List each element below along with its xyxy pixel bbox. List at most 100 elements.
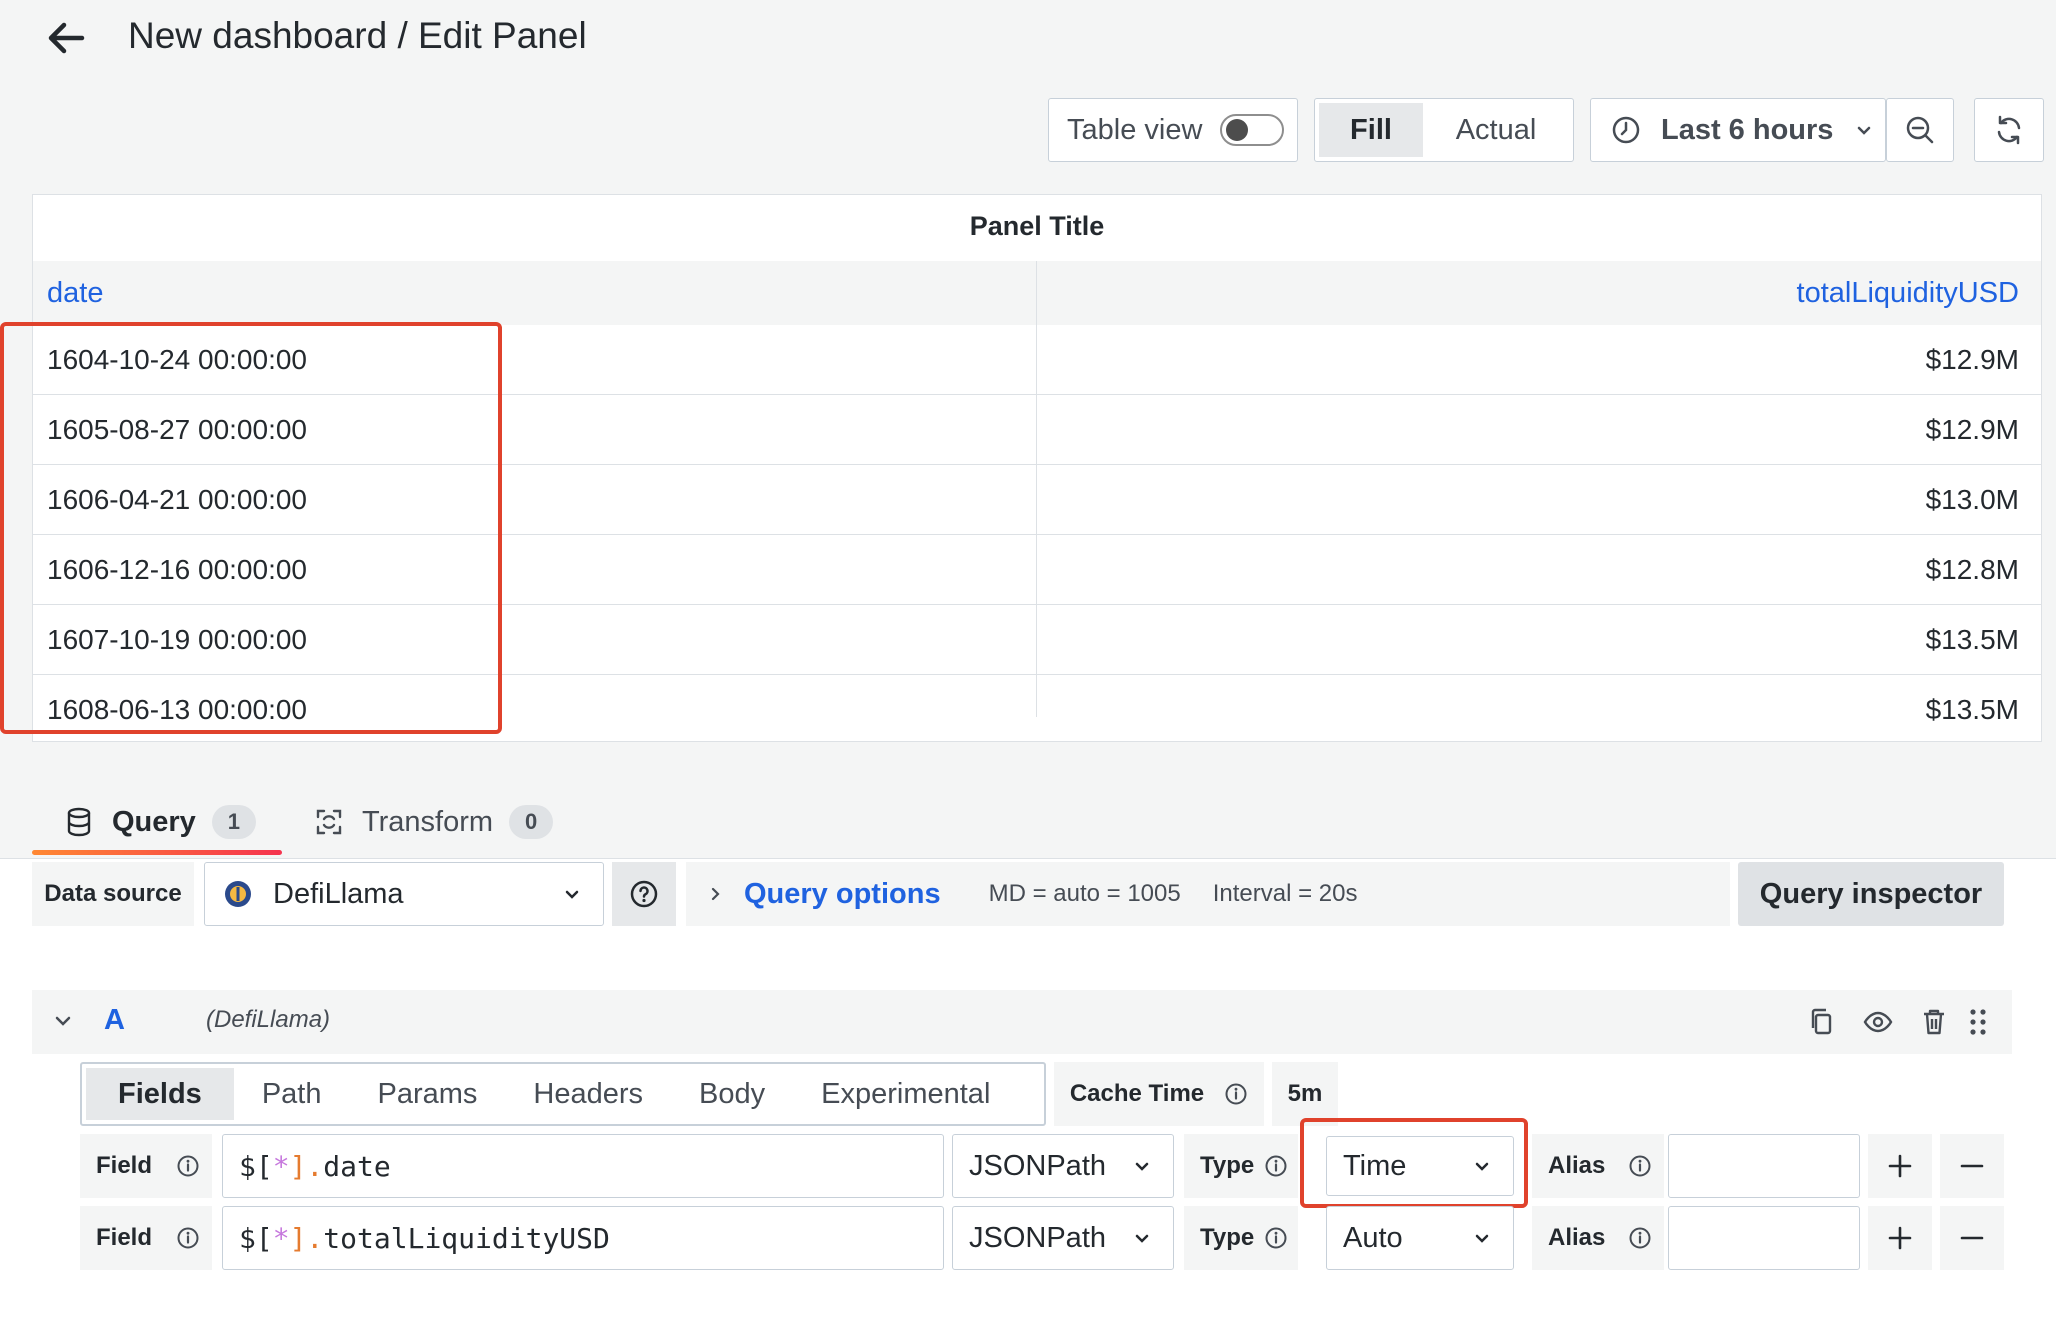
column-header-date[interactable]: date: [47, 261, 103, 325]
path-suffix: ].: [289, 1221, 324, 1255]
field-label-text: Field: [96, 1152, 153, 1179]
info-icon: [1224, 1082, 1248, 1106]
tab-query[interactable]: Query 1: [66, 800, 256, 844]
language-value: JSONPath: [969, 1221, 1106, 1254]
cache-time-label-text: Cache Time: [1069, 1080, 1205, 1107]
alias-label: Alias: [1532, 1206, 1664, 1270]
transform-icon: [314, 807, 344, 837]
duplicate-query-icon[interactable]: [1806, 1006, 1838, 1038]
field-language-select[interactable]: JSONPath: [952, 1206, 1174, 1270]
path-key: date: [323, 1149, 391, 1183]
cell-value: $13.5M: [1925, 694, 2019, 725]
minus-icon: [1959, 1153, 1985, 1179]
info-icon: [176, 1154, 200, 1178]
question-circle-icon: [629, 879, 659, 909]
collapse-chevron-icon[interactable]: [52, 1010, 74, 1032]
panel-title[interactable]: Panel Title: [33, 211, 2041, 242]
transform-count-badge: 0: [509, 805, 554, 839]
data-source-help-button[interactable]: [612, 862, 676, 926]
chevron-down-icon: [1133, 1157, 1151, 1175]
back-arrow-icon[interactable]: [42, 14, 90, 62]
zoom-out-button[interactable]: [1886, 98, 1954, 162]
field-type-select[interactable]: Auto: [1326, 1206, 1514, 1270]
path-key: totalLiquidityUSD: [323, 1221, 610, 1255]
subtab-headers[interactable]: Headers: [505, 1068, 671, 1120]
type-label: Type: [1184, 1134, 1298, 1198]
zoom-out-icon: [1904, 114, 1936, 146]
alias-input[interactable]: [1668, 1134, 1860, 1198]
defillama-logo-icon: [223, 879, 253, 909]
query-inspector-button[interactable]: Query inspector: [1738, 862, 2004, 926]
chevron-down-icon: [1473, 1229, 1491, 1247]
plus-icon: [1887, 1225, 1913, 1251]
chevron-down-icon: [1133, 1229, 1151, 1247]
add-field-button[interactable]: [1868, 1134, 1932, 1198]
toggle-visibility-eye-icon[interactable]: [1862, 1006, 1894, 1038]
data-source-label: Data source: [32, 862, 194, 926]
tab-query-label: Query: [112, 805, 196, 838]
query-subtabs: Fields Path Params Headers Body Experime…: [80, 1062, 1046, 1126]
plus-icon: [1887, 1153, 1913, 1179]
table-view-switch[interactable]: [1220, 114, 1285, 146]
type-value: Auto: [1343, 1221, 1403, 1254]
chevron-right-icon: [708, 886, 724, 902]
info-icon: [1628, 1154, 1652, 1178]
refresh-button[interactable]: [1974, 98, 2044, 162]
table-view-label: Table view: [1067, 113, 1203, 146]
date-column-highlight: [0, 322, 502, 734]
table-header: date totalLiquidityUSD: [33, 261, 2041, 325]
field-label: Field: [80, 1134, 212, 1198]
cell-value: $12.9M: [1925, 344, 2019, 375]
remove-field-button[interactable]: [1940, 1134, 2004, 1198]
minus-icon: [1959, 1225, 1985, 1251]
cache-time-label: Cache Time: [1054, 1062, 1264, 1126]
subtab-body[interactable]: Body: [671, 1068, 793, 1120]
field-language-select[interactable]: JSONPath: [952, 1134, 1174, 1198]
type-label: Type: [1184, 1206, 1298, 1270]
refresh-icon: [1993, 114, 2025, 146]
add-field-button[interactable]: [1868, 1206, 1932, 1270]
cell-value: $12.8M: [1925, 554, 2019, 585]
table-view-toggle[interactable]: Table view: [1048, 98, 1298, 162]
max-data-points-info: MD = auto = 1005: [988, 880, 1181, 907]
subtab-fields[interactable]: Fields: [86, 1068, 234, 1120]
clock-icon: [1611, 115, 1641, 145]
tab-transform[interactable]: Transform 0: [314, 800, 554, 844]
cell-value: $13.5M: [1925, 624, 2019, 655]
data-source-value: DefiLlama: [273, 877, 404, 910]
path-prefix: $[: [239, 1221, 273, 1255]
field-label-text: Field: [96, 1224, 153, 1251]
field-path-input[interactable]: $[*]. totalLiquidityUSD: [222, 1206, 944, 1270]
info-icon: [1264, 1226, 1288, 1250]
alias-input[interactable]: [1668, 1206, 1860, 1270]
tab-transform-label: Transform: [362, 805, 494, 838]
subtab-params[interactable]: Params: [349, 1068, 505, 1120]
active-tab-indicator: [32, 850, 282, 855]
fill-actual-switch[interactable]: Fill Actual: [1314, 98, 1574, 162]
query-row-header: A (DefiLlama): [32, 990, 2012, 1054]
alias-label: Alias: [1532, 1134, 1664, 1198]
column-header-total-liquidity[interactable]: totalLiquidityUSD: [1797, 261, 2019, 325]
info-icon: [1628, 1226, 1652, 1250]
drag-handle-icon[interactable]: [1962, 1006, 1994, 1038]
path-prefix: $[: [239, 1149, 273, 1183]
remove-field-button[interactable]: [1940, 1206, 2004, 1270]
actual-option[interactable]: Actual: [1423, 103, 1569, 157]
query-options-label[interactable]: Query options: [744, 878, 941, 911]
delete-query-trash-icon[interactable]: [1918, 1006, 1950, 1038]
fill-option[interactable]: Fill: [1319, 103, 1423, 157]
time-range-label: Last 6 hours: [1661, 113, 1834, 146]
chevron-down-icon: [563, 885, 581, 903]
time-range-picker[interactable]: Last 6 hours: [1590, 98, 1886, 162]
field-path-input[interactable]: $[*]. date: [222, 1134, 944, 1198]
alias-label-text: Alias: [1548, 1152, 1606, 1179]
subtab-experimental[interactable]: Experimental: [793, 1068, 1018, 1120]
cell-value: $13.0M: [1925, 484, 2019, 515]
alias-label-text: Alias: [1548, 1224, 1606, 1251]
cache-time-value[interactable]: 5m: [1272, 1062, 1338, 1126]
subtab-path[interactable]: Path: [234, 1068, 350, 1120]
data-source-select[interactable]: DefiLlama: [204, 862, 604, 926]
query-options-toggle[interactable]: Query options MD = auto = 1005 Interval …: [686, 862, 1730, 926]
info-icon: [1264, 1154, 1288, 1178]
query-name[interactable]: A: [104, 1004, 125, 1037]
